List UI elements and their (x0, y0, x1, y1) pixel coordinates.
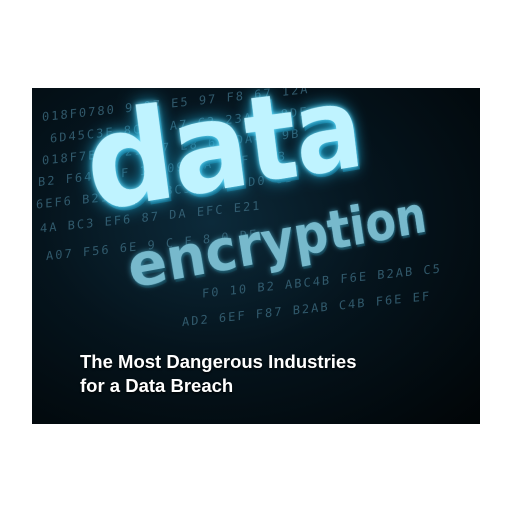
caption-line-1: The Most Dangerous Industries (80, 351, 357, 372)
caption-line-2: for a Data Breach (80, 375, 234, 396)
data-encryption-photo: 018F0780 9 07 E5 97 F8 67 12A 6D45C3E 8C… (32, 88, 480, 424)
caption: The Most Dangerous Industries for a Data… (80, 350, 357, 398)
page-canvas: 018F0780 9 07 E5 97 F8 67 12A 6D45C3E 8C… (0, 0, 512, 512)
